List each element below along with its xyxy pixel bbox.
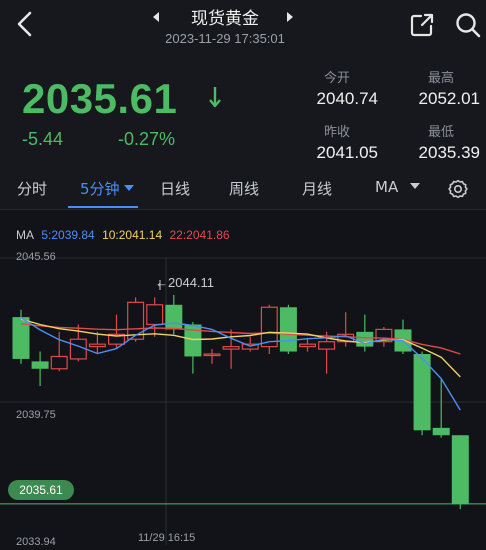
- candle-body: [451, 435, 469, 505]
- open-stat: 今开 2040.74: [298, 67, 378, 109]
- tab-ma-label: MA: [375, 178, 399, 196]
- active-tab-indicator: [68, 206, 138, 208]
- candle-body: [203, 353, 221, 357]
- price-change: -5.44: [22, 129, 64, 149]
- candle-body: [31, 361, 49, 369]
- quote-timestamp: 2023-11-29 17:35:01: [165, 31, 285, 46]
- tab-5min-label: 5分钟: [80, 180, 120, 198]
- prev-close-stat: 昨收 2041.05: [298, 121, 378, 163]
- period-tabs: 分时 5分钟 日线 周线 月线 MA: [0, 167, 486, 210]
- y-axis-max: 2045.56: [16, 251, 56, 263]
- candle-body: [69, 338, 87, 360]
- candlestick-plot: [0, 257, 486, 545]
- y-axis-mid: 2039.75: [16, 409, 56, 421]
- top-bar: 现货黄金 2023-11-29 17:35:01: [0, 0, 486, 55]
- candle-body: [127, 301, 145, 340]
- tab-monthly[interactable]: 月线: [302, 178, 332, 199]
- quote-panel: 2035.61 -5.44 -0.27% 今开 2040.74 最高 2052.…: [0, 55, 486, 167]
- candle-body: [12, 317, 30, 359]
- candle-body: [279, 307, 297, 352]
- y-axis-min: 2033.94: [16, 536, 56, 548]
- x-axis-time: 11/29 16:15: [138, 532, 196, 544]
- down-arrow-icon: [209, 87, 221, 108]
- share-icon[interactable]: [408, 11, 436, 39]
- high-label: 最高: [428, 71, 455, 86]
- current-price-tag: 2035.61: [8, 480, 74, 500]
- tab-daily[interactable]: 日线: [160, 178, 190, 199]
- candle-body: [146, 304, 164, 326]
- tab-5min[interactable]: 5分钟: [80, 178, 134, 199]
- prev-close-value: 2041.05: [316, 143, 378, 162]
- chevron-down-icon: [410, 182, 421, 189]
- next-item-icon[interactable]: [282, 8, 298, 26]
- low-value: 2035.39: [418, 143, 480, 162]
- candle-body: [165, 304, 183, 330]
- tab-intraday[interactable]: 分时: [17, 178, 47, 199]
- low-stat: 最低 2035.39: [400, 121, 480, 163]
- tab-weekly[interactable]: 周线: [229, 178, 259, 199]
- peak-marker-label: ←2044.11: [155, 275, 215, 290]
- candle-body: [299, 343, 317, 348]
- back-icon[interactable]: [10, 8, 42, 40]
- high-value: 2052.01: [418, 89, 480, 108]
- kline-chart[interactable]: MA 5:2039.84 10:2041.14 22:2041.86 2045.…: [0, 212, 486, 550]
- previous-item-icon[interactable]: [148, 8, 164, 26]
- price-change-percent: -0.27%: [118, 129, 176, 149]
- tab-indicator-ma[interactable]: MA: [375, 178, 421, 196]
- high-stat: 最高 2052.01: [400, 67, 480, 109]
- chevron-down-icon: [123, 184, 134, 191]
- last-price: 2035.61: [22, 75, 178, 122]
- open-value: 2040.74: [316, 89, 378, 108]
- prev-close-label: 昨收: [324, 125, 351, 140]
- candle-body: [88, 343, 106, 348]
- low-label: 最低: [428, 125, 455, 140]
- page-title: 现货黄金: [191, 9, 259, 29]
- open-label: 今开: [324, 71, 351, 86]
- candle-body: [432, 427, 450, 436]
- candle-body: [318, 341, 336, 350]
- candle-body: [50, 355, 68, 370]
- ma10-line: [20, 318, 461, 378]
- gear-icon[interactable]: [447, 178, 469, 200]
- search-icon[interactable]: [454, 11, 482, 39]
- candle-body: [222, 346, 240, 350]
- ma5-line: [20, 317, 461, 411]
